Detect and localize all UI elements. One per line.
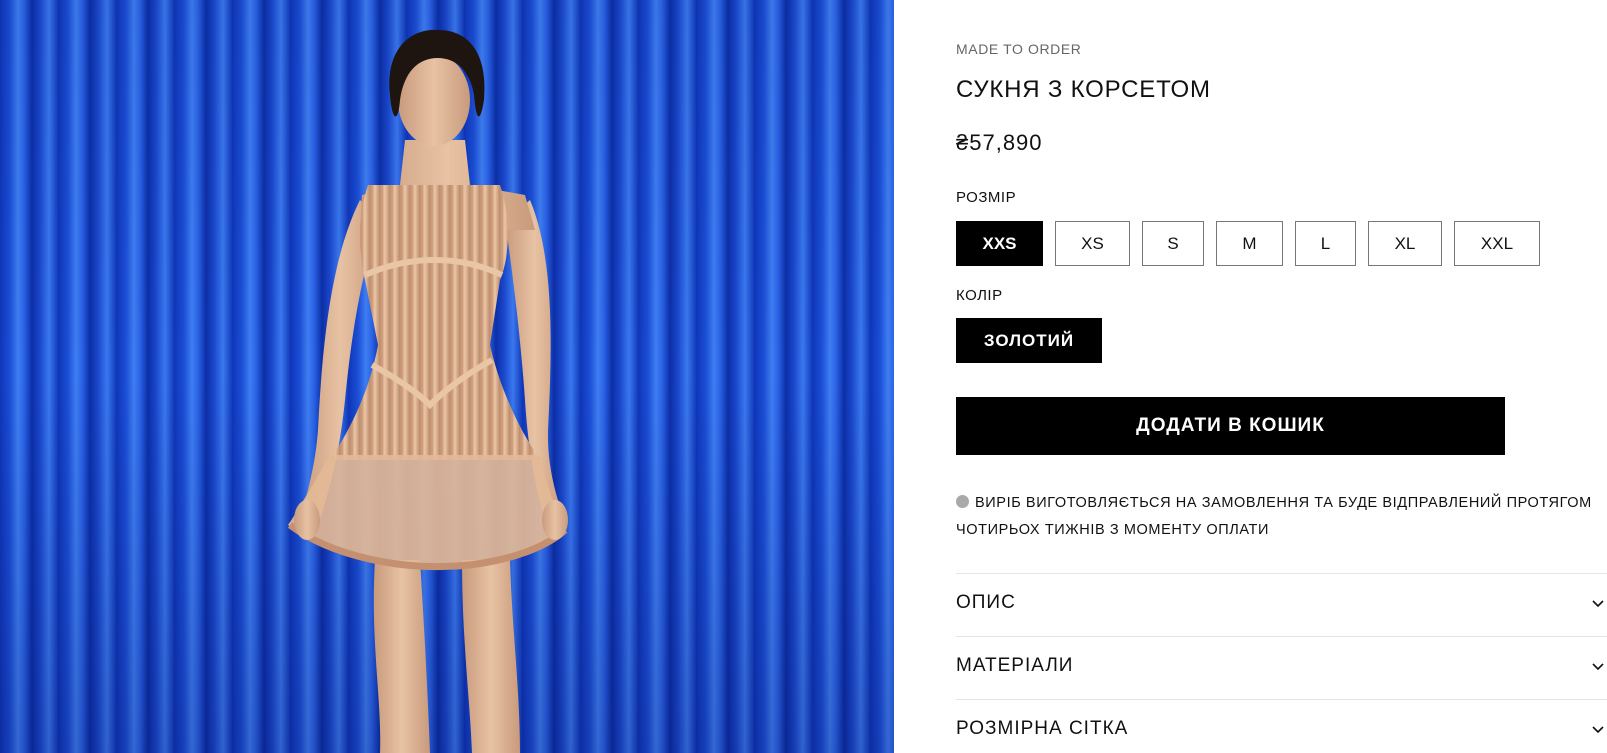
- info-dot-icon: [956, 495, 969, 508]
- accordion-label: МАТЕРІАЛИ: [956, 655, 1074, 676]
- accordion-description[interactable]: ОПИС: [956, 573, 1607, 635]
- chevron-down-icon: [1592, 600, 1604, 608]
- accordion-label: РОЗМІРНА СІТКА: [956, 718, 1129, 739]
- made-to-order-label: MADE TO ORDER: [956, 41, 1082, 57]
- accordion-materials[interactable]: МАТЕРІАЛИ: [956, 636, 1607, 698]
- size-option-xl[interactable]: XL: [1368, 221, 1442, 266]
- product-details: MADE TO ORDER СУКНЯ З КОРСЕТОМ ₴57,890 Р…: [956, 0, 1607, 753]
- size-option-xs[interactable]: XS: [1055, 221, 1130, 266]
- accordion-label: ОПИС: [956, 592, 1016, 613]
- size-option-s[interactable]: S: [1142, 221, 1204, 266]
- size-option-l[interactable]: L: [1295, 221, 1356, 266]
- color-option-gold[interactable]: ЗОЛОТИЙ: [956, 318, 1102, 363]
- chevron-down-icon: [1592, 663, 1604, 671]
- color-label: КОЛІР: [956, 287, 1003, 304]
- size-option-xxs[interactable]: XXS: [956, 221, 1043, 266]
- size-option-m[interactable]: M: [1216, 221, 1283, 266]
- product-photo: [0, 0, 894, 753]
- product-price: ₴57,890: [956, 130, 1043, 155]
- notice-text: ВИРІБ ВИГОТОВЛЯЄТЬСЯ НА ЗАМОВЛЕННЯ ТА БУ…: [956, 495, 1592, 538]
- made-to-order-notice: ВИРІБ ВИГОТОВЛЯЄТЬСЯ НА ЗАМОВЛЕННЯ ТА БУ…: [956, 490, 1607, 544]
- product-title: СУКНЯ З КОРСЕТОМ: [956, 76, 1211, 103]
- add-to-cart-button[interactable]: ДОДАТИ В КОШИК: [956, 397, 1505, 455]
- size-option-xxl[interactable]: XXL: [1454, 221, 1540, 266]
- model-illustration: [287, 29, 568, 753]
- size-label: РОЗМІР: [956, 189, 1017, 206]
- accordion-size-chart[interactable]: РОЗМІРНА СІТКА: [956, 699, 1607, 753]
- chevron-down-icon: [1592, 726, 1604, 734]
